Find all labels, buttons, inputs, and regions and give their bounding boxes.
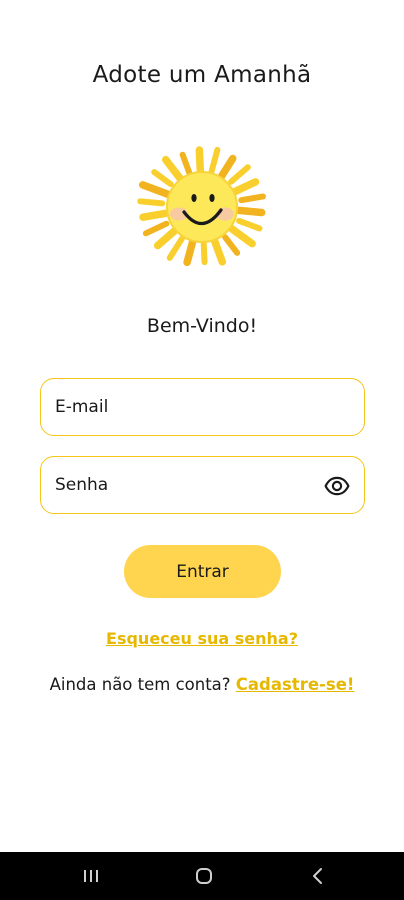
sun-smiley-icon [137,146,266,267]
back-icon[interactable] [306,864,330,888]
signup-link[interactable]: Cadastre-se! [236,675,355,694]
home-icon[interactable] [192,864,216,888]
app-title: Adote um Amanhã [92,62,312,88]
login-button[interactable]: Entrar [124,545,281,598]
no-account-text: Ainda não tem conta? [49,675,231,694]
eye-icon[interactable] [324,473,350,499]
email-field[interactable] [40,378,365,436]
password-input[interactable] [55,457,315,513]
recents-icon[interactable] [79,864,103,888]
welcome-heading: Bem-Vindo! [146,315,258,337]
login-screen: Adote um Amanhã Bem-Vindo! Entrar Esquec… [0,0,404,852]
password-field[interactable] [40,456,365,514]
email-input[interactable] [55,379,315,435]
forgot-password-link[interactable]: Esqueceu sua senha? [0,629,404,648]
system-navigation-bar [0,852,404,900]
signup-prompt: Ainda não tem conta? Cadastre-se! [0,675,404,694]
